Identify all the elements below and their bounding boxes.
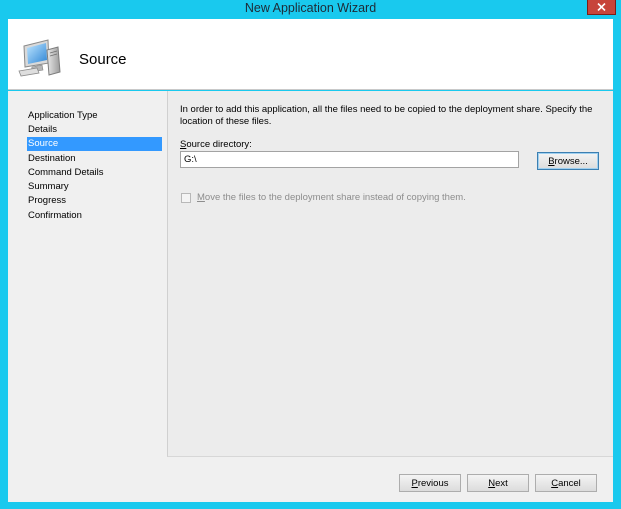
- move-files-label: Move the files to the deployment share i…: [197, 192, 466, 203]
- browse-rest: rowse...: [554, 155, 588, 167]
- instructions-text: In order to add this application, all th…: [180, 104, 593, 127]
- browse-button[interactable]: Browse...: [537, 152, 599, 170]
- move-files-checkbox: [181, 192, 191, 203]
- step-confirmation[interactable]: Confirmation: [27, 209, 162, 223]
- source-directory-label: Source directory:: [180, 139, 252, 150]
- move-files-option: Move the files to the deployment share i…: [181, 192, 466, 203]
- next-rest: ext: [495, 477, 508, 489]
- wizard-window: New Application Wizard Source Applicatio…: [0, 0, 621, 509]
- computer-icon: [18, 39, 61, 77]
- next-button[interactable]: Next: [467, 474, 529, 492]
- step-destination[interactable]: Destination: [27, 152, 162, 166]
- wizard-step-list: Application Type Details Source Destinat…: [8, 91, 167, 502]
- move-files-rest: ove the files to the deployment share in…: [204, 192, 466, 203]
- step-summary[interactable]: Summary: [27, 180, 162, 194]
- previous-rest: revious: [417, 477, 449, 489]
- cancel-rest: ancel: [558, 477, 581, 489]
- step-command-details[interactable]: Command Details: [27, 166, 162, 180]
- close-icon: [597, 3, 606, 11]
- cancel-button[interactable]: Cancel: [535, 474, 597, 492]
- cancel-accel: C: [551, 477, 559, 489]
- page-title: Source: [79, 51, 127, 68]
- wizard-header: Source: [8, 19, 613, 90]
- title-bar[interactable]: New Application Wizard: [0, 0, 621, 18]
- step-source[interactable]: Source: [27, 137, 162, 151]
- wizard-body: Application Type Details Source Destinat…: [8, 91, 613, 502]
- move-files-accel: M: [197, 192, 205, 203]
- source-label-rest: ource directory:: [186, 139, 252, 150]
- source-panel: In order to add this application, all th…: [167, 91, 613, 457]
- step-details[interactable]: Details: [27, 123, 162, 137]
- step-progress[interactable]: Progress: [27, 194, 162, 208]
- close-button[interactable]: [587, 0, 616, 15]
- wizard-footer: Previous Next Cancel: [167, 457, 613, 502]
- next-accel: N: [488, 477, 496, 489]
- step-application-type[interactable]: Application Type: [27, 109, 162, 123]
- previous-button[interactable]: Previous: [399, 474, 461, 492]
- window-title: New Application Wizard: [244, 1, 377, 15]
- source-directory-input[interactable]: [180, 151, 519, 168]
